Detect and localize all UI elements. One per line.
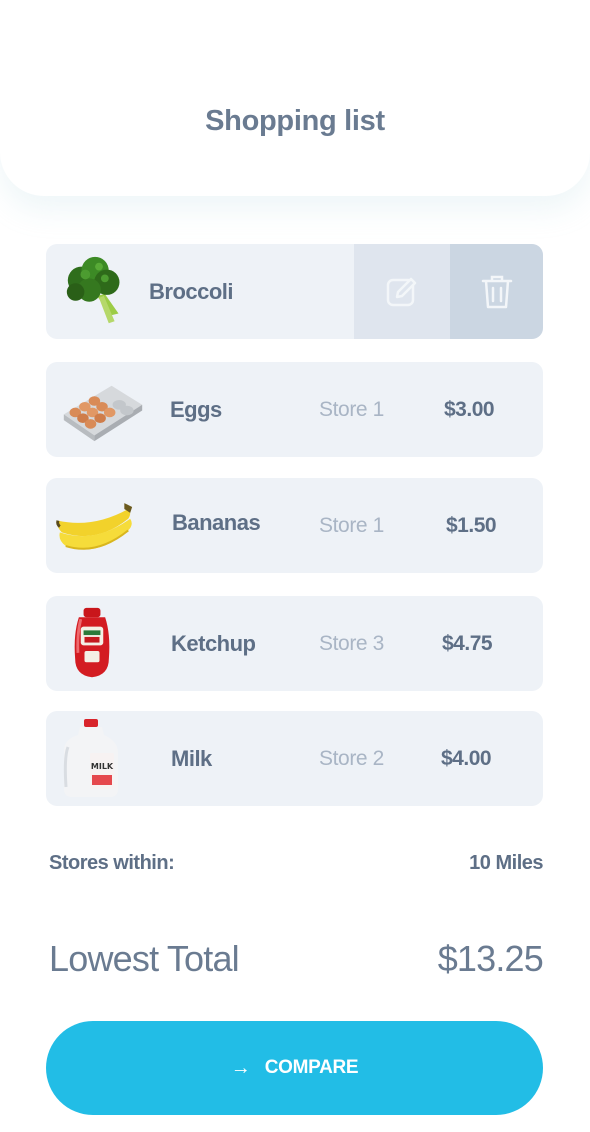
- item-store: Store 2: [319, 747, 384, 770]
- item-name: Eggs: [170, 397, 222, 422]
- total-row: Lowest Total $13.25: [49, 938, 544, 984]
- eggs-image: [60, 374, 146, 449]
- ketchup-image: [64, 606, 120, 681]
- total-label: Lowest Total: [49, 938, 240, 979]
- compare-button[interactable]: → COMPARE: [46, 1021, 543, 1115]
- broccoli-image: [60, 254, 138, 329]
- item-name: Ketchup: [171, 631, 256, 656]
- item-price: $3.00: [444, 398, 495, 421]
- store-radius-value[interactable]: 10 Miles: [469, 852, 543, 875]
- item-store: Store 1: [319, 398, 384, 421]
- delete-button[interactable]: [450, 244, 543, 339]
- item-store: Store 1: [319, 514, 384, 537]
- milk-image: MILK: [60, 717, 122, 799]
- item-name: Broccoli: [149, 279, 234, 304]
- item-price: $1.50: [446, 514, 497, 537]
- header: Shopping list: [0, 0, 590, 196]
- edit-icon: [386, 277, 417, 306]
- arrow-right-icon: →: [230, 1057, 251, 1079]
- edit-button[interactable]: [354, 244, 450, 339]
- list-item-eggs[interactable]: Eggs Store 1 $3.00: [46, 362, 543, 457]
- total-value: $13.25: [437, 938, 544, 979]
- item-price: $4.00: [441, 747, 492, 770]
- compare-label: COMPARE: [264, 1057, 359, 1078]
- item-price: $4.75: [442, 632, 493, 655]
- svg-text:MILK: MILK: [91, 762, 114, 771]
- list-item-broccoli[interactable]: Broccoli: [46, 244, 543, 339]
- item-name: Milk: [171, 746, 212, 771]
- item-store: Store 3: [319, 632, 384, 655]
- item-name: Bananas: [172, 510, 261, 535]
- store-radius-row[interactable]: Stores within: 10 Miles: [49, 852, 543, 882]
- list-item-milk[interactable]: MILK Milk Store 2 $4.00: [46, 711, 543, 806]
- page-title: Shopping list: [205, 104, 385, 137]
- trash-icon: [481, 275, 512, 308]
- bananas-image: [54, 490, 138, 565]
- list-item-bananas[interactable]: Bananas Store 1 $1.50: [46, 478, 543, 573]
- store-radius-label: Stores within:: [49, 852, 175, 874]
- list-item-ketchup[interactable]: Ketchup Store 3 $4.75: [46, 596, 543, 691]
